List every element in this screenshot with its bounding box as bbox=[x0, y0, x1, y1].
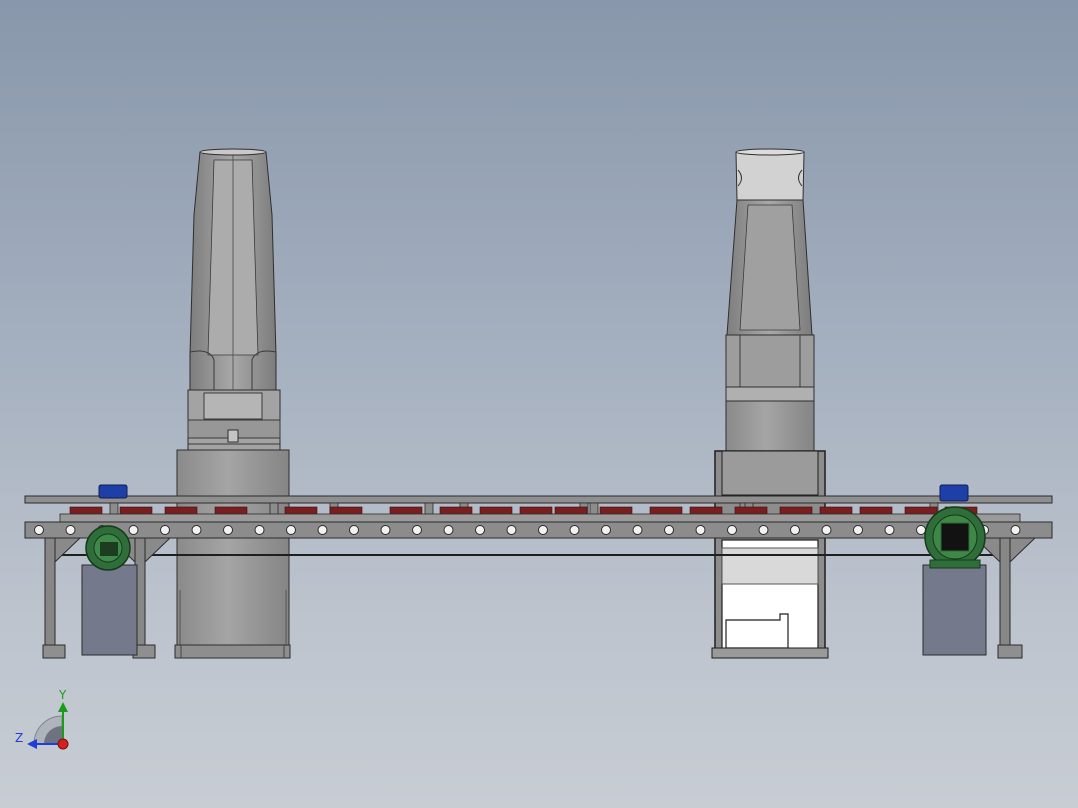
pallet bbox=[329, 506, 363, 515]
roller-hole bbox=[160, 525, 170, 535]
roller-hole bbox=[317, 525, 328, 535]
pallet bbox=[214, 506, 248, 515]
roller-hole bbox=[601, 525, 611, 535]
right-robot-arm bbox=[725, 148, 815, 388]
roller-hole bbox=[128, 525, 139, 535]
pallet bbox=[389, 506, 423, 515]
pallet-rail bbox=[59, 513, 1021, 523]
pallet bbox=[649, 506, 683, 515]
x-axis-dot-icon bbox=[57, 738, 69, 750]
roller-hole bbox=[538, 525, 548, 535]
pallet bbox=[519, 506, 553, 515]
right-motor bbox=[924, 506, 986, 569]
roller-hole bbox=[223, 525, 233, 535]
roller-hole bbox=[727, 525, 737, 535]
roller-hole bbox=[349, 525, 359, 535]
pallet bbox=[859, 506, 893, 515]
right-motor-cap bbox=[939, 484, 969, 502]
roller-hole bbox=[34, 525, 44, 535]
z-axis-label: Z bbox=[15, 731, 23, 745]
roller-hole bbox=[412, 525, 422, 535]
pallet bbox=[164, 506, 198, 515]
roller-hole bbox=[569, 525, 580, 535]
conveyor-top-rail bbox=[24, 495, 1053, 504]
right-robot bbox=[711, 148, 829, 659]
pallet bbox=[69, 506, 103, 515]
roller-hole bbox=[821, 525, 832, 535]
roller-hole bbox=[443, 525, 454, 535]
cad-viewport[interactable]: Y Z bbox=[0, 0, 1078, 808]
pallet bbox=[119, 506, 153, 515]
roller-hole bbox=[853, 525, 863, 535]
pallet bbox=[554, 506, 588, 515]
left-robot-joint-housing bbox=[187, 389, 281, 451]
pallet bbox=[599, 506, 633, 515]
left-motor bbox=[85, 525, 131, 571]
pallet bbox=[819, 506, 853, 515]
roller-hole bbox=[632, 525, 643, 535]
roller-hole bbox=[790, 525, 800, 535]
left-motor-cabinet bbox=[81, 564, 138, 656]
assembly-drawing: Y Z bbox=[15, 148, 1053, 750]
y-axis-label: Y bbox=[58, 688, 67, 702]
roller-hole bbox=[916, 525, 926, 535]
roller-hole bbox=[664, 525, 674, 535]
right-motor-cabinet bbox=[922, 564, 987, 656]
pallet bbox=[734, 506, 768, 515]
pallet bbox=[479, 506, 513, 515]
roller-hole bbox=[254, 525, 265, 535]
left-robot bbox=[174, 148, 291, 659]
roller-hole bbox=[758, 525, 769, 535]
right-robot-joint-housing bbox=[725, 386, 815, 452]
roller-hole bbox=[65, 525, 76, 535]
pallet bbox=[689, 506, 723, 515]
roller-hole bbox=[506, 525, 517, 535]
axis-triad: Y Z bbox=[15, 688, 69, 750]
roller-hole bbox=[286, 525, 296, 535]
y-axis-arrow-icon bbox=[58, 702, 68, 712]
left-motor-cap bbox=[98, 484, 128, 499]
left-robot-arm bbox=[189, 148, 277, 391]
roller-hole bbox=[1010, 525, 1021, 535]
roller-hole bbox=[475, 525, 485, 535]
pallet bbox=[439, 506, 473, 515]
roller-hole bbox=[695, 525, 706, 535]
pallet bbox=[284, 506, 318, 515]
roller-hole bbox=[884, 525, 895, 535]
pallet bbox=[904, 506, 938, 515]
z-axis-arrow-icon bbox=[27, 739, 37, 749]
roller-hole bbox=[380, 525, 391, 535]
roller-hole bbox=[191, 525, 202, 535]
pallet bbox=[779, 506, 813, 515]
